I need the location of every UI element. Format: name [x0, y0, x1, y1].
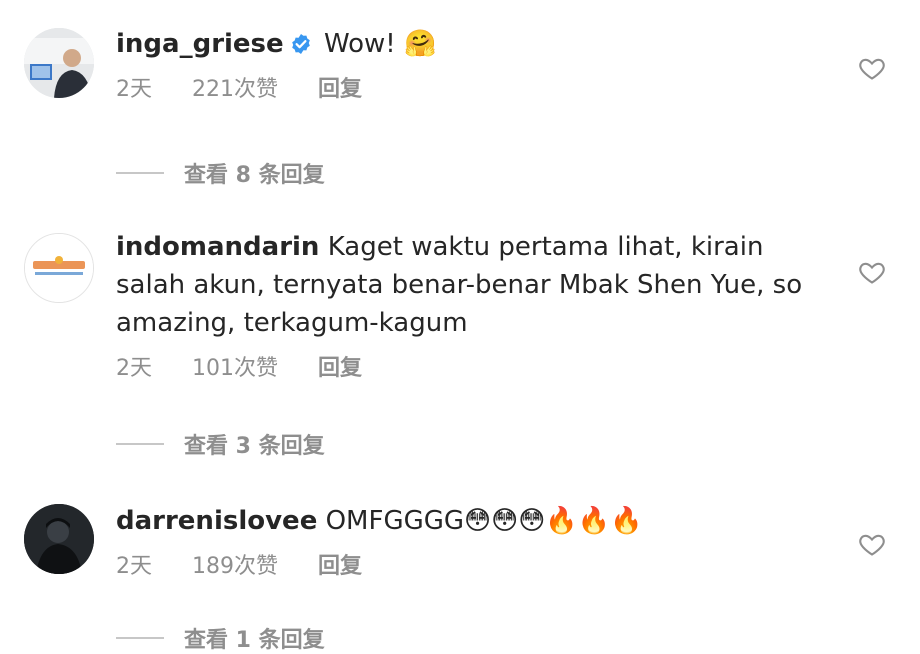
comment-meta: 2天 101次赞 回复	[116, 350, 825, 382]
verified-badge-icon	[290, 28, 312, 54]
divider	[116, 172, 164, 174]
avatar-indomandarin[interactable]	[24, 233, 94, 303]
avatar-image	[24, 504, 94, 574]
reply-button[interactable]: 回复	[318, 548, 362, 580]
avatar-darrenislovee[interactable]	[24, 504, 94, 574]
reply-button[interactable]: 回复	[318, 350, 362, 382]
comment-text-line: darrenislovee OMFGGGG😳😳😳🔥🔥🔥	[116, 502, 825, 540]
view-replies-button[interactable]: 查看 3 条回复	[116, 428, 325, 460]
hugging-face-emoji: 🤗	[403, 29, 437, 59]
like-heart-icon[interactable]	[858, 258, 886, 286]
comment-username[interactable]: inga_griese	[116, 29, 284, 59]
view-replies-label[interactable]: 查看 8 条回复	[184, 157, 325, 189]
reply-button[interactable]: 回复	[318, 71, 362, 103]
view-replies-label[interactable]: 查看 3 条回复	[184, 428, 325, 460]
avatar-image	[25, 234, 93, 302]
comment-body: Wow!	[323, 29, 396, 59]
comment-likes[interactable]: 221次赞	[192, 71, 278, 103]
comment-time: 2天	[116, 554, 152, 579]
view-replies-button[interactable]: 查看 8 条回复	[116, 157, 325, 189]
comment-time: 2天	[116, 77, 152, 102]
avatar-inga-griese[interactable]	[24, 28, 94, 98]
comment-text-line: inga_griese Wow! 🤗	[116, 25, 825, 63]
comment-time: 2天	[116, 356, 152, 381]
comment-text-line: indomandarin Kaget waktu pertama lihat, …	[116, 228, 825, 342]
divider	[116, 637, 164, 639]
like-heart-icon[interactable]	[858, 530, 886, 558]
avatar-image	[24, 28, 94, 98]
comment-username[interactable]: darrenislovee	[116, 506, 317, 536]
comment-likes[interactable]: 101次赞	[192, 350, 278, 382]
flushed-fire-emojis: 😳😳😳🔥🔥🔥	[464, 506, 643, 536]
view-replies-label[interactable]: 查看 1 条回复	[184, 622, 325, 654]
comment-body: OMFGGGG	[325, 506, 465, 536]
comment-meta: 2天 221次赞 回复	[116, 71, 825, 103]
comment-username[interactable]: indomandarin	[116, 232, 319, 262]
divider	[116, 443, 164, 445]
comment-likes[interactable]: 189次赞	[192, 548, 278, 580]
like-heart-icon[interactable]	[858, 54, 886, 82]
comment-meta: 2天 189次赞 回复	[116, 548, 825, 580]
view-replies-button[interactable]: 查看 1 条回复	[116, 622, 325, 654]
